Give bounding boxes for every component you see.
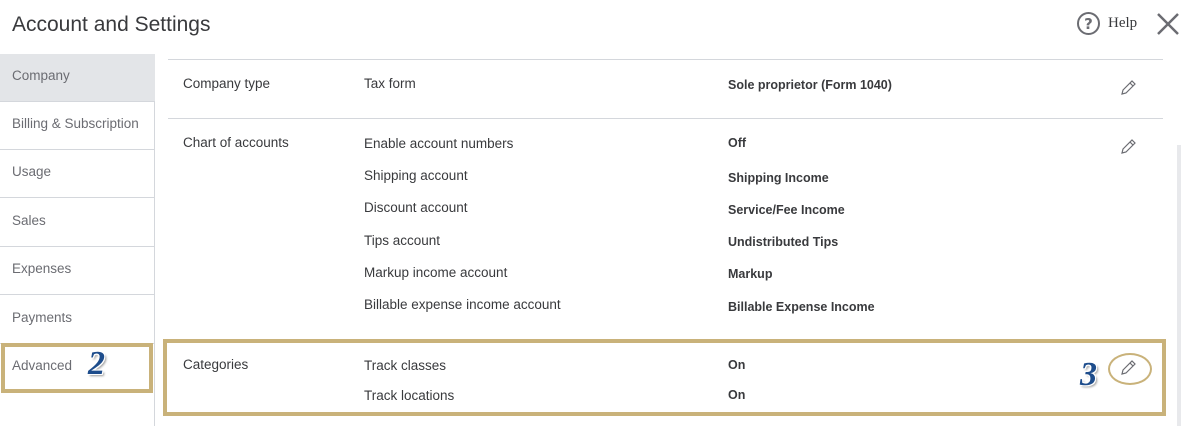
help-link[interactable]: ? Help xyxy=(1077,12,1137,35)
row-label: Track locations xyxy=(364,388,455,403)
row-value: Billable Expense Income xyxy=(728,300,875,314)
row-label: Markup income account xyxy=(364,265,508,280)
sidebar: Company Billing & Subscription Usage Sal… xyxy=(0,54,155,426)
sidebar-item-payments[interactable]: Payments xyxy=(0,296,155,344)
pencil-icon[interactable] xyxy=(1119,138,1137,156)
row-label: Discount account xyxy=(364,200,468,215)
row-value: On xyxy=(728,388,746,402)
row-label: Track classes xyxy=(364,358,447,373)
row-label: Billable expense income account xyxy=(364,297,561,312)
section-title: Company type xyxy=(183,76,271,91)
help-icon: ? xyxy=(1077,12,1100,35)
row-label: Tips account xyxy=(364,233,441,248)
header: Account and Settings ? Help xyxy=(0,0,1181,54)
page-title: Account and Settings xyxy=(12,13,211,36)
section-title: Categories xyxy=(183,357,249,372)
pencil-icon[interactable] xyxy=(1119,79,1137,97)
section-title: Chart of accounts xyxy=(183,135,289,150)
row-value: Sole proprietor (Form 1040) xyxy=(728,78,892,92)
scrollbar[interactable] xyxy=(1177,145,1181,426)
section-company-type: Company type Tax form Sole proprietor (F… xyxy=(168,60,1163,119)
row-value: Shipping Income xyxy=(728,171,829,185)
sidebar-item-advanced[interactable]: Advanced xyxy=(0,344,155,392)
help-label: Help xyxy=(1108,15,1138,31)
sidebar-item-usage[interactable]: Usage xyxy=(0,150,155,198)
sidebar-item-expenses[interactable]: Expenses xyxy=(0,247,155,295)
close-icon[interactable] xyxy=(1156,12,1180,36)
row-value: Undistributed Tips xyxy=(728,235,839,249)
pencil-highlight-ellipse xyxy=(1108,353,1152,385)
row-value: Markup xyxy=(728,267,773,281)
row-value: Service/Fee Income xyxy=(728,203,845,217)
sidebar-item-company[interactable]: Company xyxy=(0,54,155,102)
row-label: Shipping account xyxy=(364,168,468,183)
row-value: On xyxy=(728,358,746,372)
sidebar-item-sales[interactable]: Sales xyxy=(0,199,155,247)
row-label: Enable account numbers xyxy=(364,136,514,151)
sidebar-item-billing[interactable]: Billing & Subscription xyxy=(0,102,155,150)
step-marker-3: 3 xyxy=(1080,356,1097,393)
row-value: Off xyxy=(728,136,747,150)
section-chart-of-accounts: Chart of accounts Enable account numbers… xyxy=(168,119,1163,340)
section-categories: Categories Track classes On Track locati… xyxy=(168,345,1163,413)
row-label: Tax form xyxy=(364,76,416,91)
step-marker-2: 2 xyxy=(88,345,105,382)
